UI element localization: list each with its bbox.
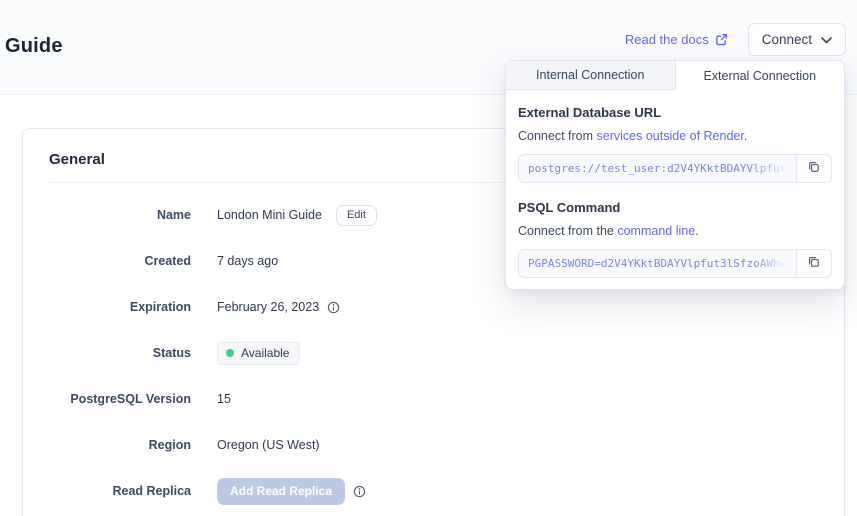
copy-psql-command-button[interactable] <box>796 250 831 277</box>
row-status-label: Status <box>23 346 191 360</box>
command-line-link[interactable]: command line <box>617 224 695 238</box>
row-expiration-label: Expiration <box>23 300 191 314</box>
row-read-replica: Read Replica Add Read Replica <box>23 468 844 514</box>
external-db-url-description: Connect from services outside of Render. <box>518 129 832 143</box>
copy-db-url-button[interactable] <box>796 155 831 182</box>
row-created-label: Created <box>23 254 191 268</box>
docs-link-label: Read the docs <box>625 32 709 47</box>
connect-button[interactable]: Connect <box>748 23 846 56</box>
tab-internal-connection[interactable]: Internal Connection <box>506 61 676 90</box>
row-name-label: Name <box>23 208 191 222</box>
connect-button-label: Connect <box>762 32 812 47</box>
add-read-replica-button[interactable]: Add Read Replica <box>217 478 345 505</box>
external-link-icon <box>715 33 728 46</box>
read-replica-info-icon[interactable] <box>353 485 366 498</box>
external-db-url-heading: External Database URL <box>518 105 832 120</box>
row-region: Region Oregon (US West) <box>23 422 844 468</box>
desc-suffix: . <box>744 129 747 143</box>
page-title: Guide <box>5 35 63 58</box>
expiration-info-icon[interactable] <box>327 301 340 314</box>
services-outside-render-link[interactable]: services outside of Render <box>597 129 744 143</box>
chevron-down-icon <box>821 32 832 47</box>
external-db-url-field-group: postgres://test_user:d2V4YKktBDAYVlpfut3… <box>518 154 832 183</box>
connect-popover: Internal Connection External Connection … <box>505 60 845 290</box>
created-value: 7 days ago <box>217 254 278 268</box>
status-available-dot <box>226 349 234 357</box>
external-db-url-field[interactable]: postgres://test_user:d2V4YKktBDAYVlpfut3… <box>519 155 796 182</box>
region-value: Oregon (US West) <box>217 438 320 452</box>
tab-external-connection[interactable]: External Connection <box>676 61 845 90</box>
row-region-label: Region <box>23 438 191 452</box>
row-status: Status Available <box>23 330 844 376</box>
row-version-label: PostgreSQL Version <box>23 392 191 406</box>
row-postgresql-version: PostgreSQL Version 15 <box>23 376 844 422</box>
desc-suffix: . <box>695 224 698 238</box>
psql-command-heading: PSQL Command <box>518 200 832 215</box>
status-badge-label: Available <box>241 346 289 360</box>
row-read-replica-label: Read Replica <box>23 484 191 498</box>
status-badge: Available <box>217 342 300 365</box>
copy-icon <box>807 160 821 177</box>
psql-command-field-group: PGPASSWORD=d2V4YKktBDAYVlpfut3lSfzoAWhwb… <box>518 249 832 278</box>
external-connection-panel: External Database URL Connect from servi… <box>506 90 844 292</box>
psql-command-field[interactable]: PGPASSWORD=d2V4YKktBDAYVlpfut3lSfzoAWhwb… <box>519 250 796 277</box>
postgresql-version-value: 15 <box>217 392 231 406</box>
database-name-value: London Mini Guide <box>217 208 322 222</box>
copy-icon <box>807 255 821 272</box>
psql-command-description: Connect from the command line. <box>518 224 832 238</box>
expiration-value: February 26, 2023 <box>217 300 319 314</box>
read-the-docs-link[interactable]: Read the docs <box>625 32 728 47</box>
desc-prefix: Connect from the <box>518 224 617 238</box>
edit-name-button[interactable]: Edit <box>336 205 377 226</box>
desc-prefix: Connect from <box>518 129 597 143</box>
connection-tabs: Internal Connection External Connection <box>506 61 844 90</box>
